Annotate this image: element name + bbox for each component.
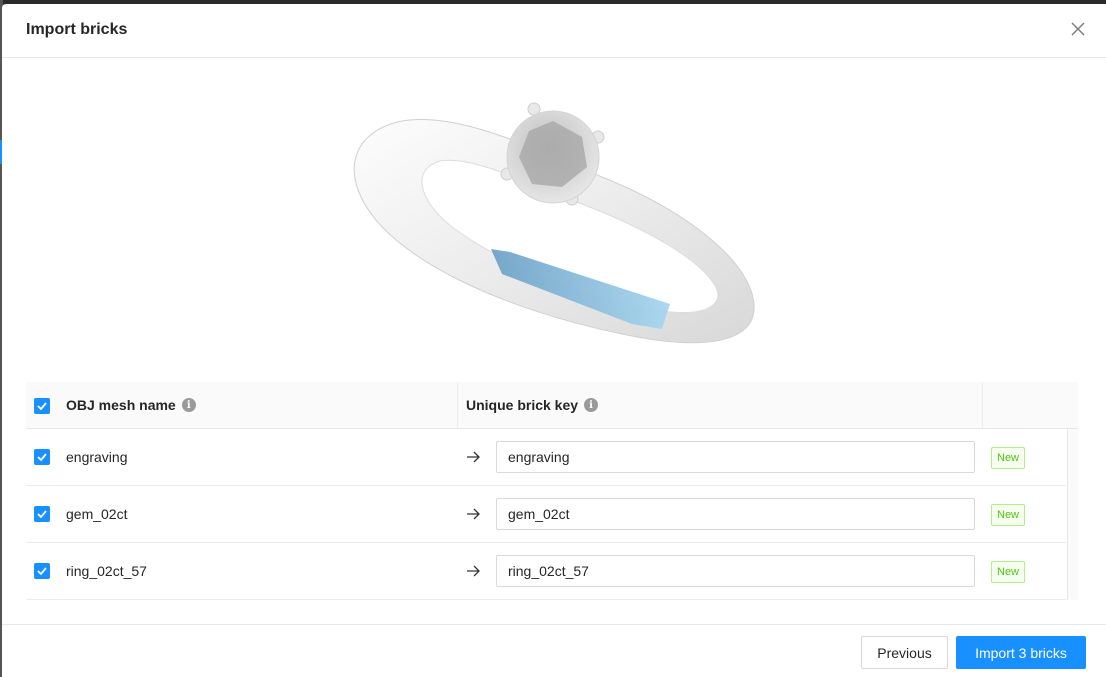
brick-key-input[interactable] (496, 555, 975, 587)
select-all-checkbox[interactable] (34, 398, 50, 414)
checkmark-icon (37, 567, 47, 575)
arrow-right-icon (467, 451, 480, 463)
new-badge: New (991, 561, 1026, 583)
checkmark-icon (37, 402, 47, 410)
info-icon[interactable]: i (181, 398, 196, 412)
modal-header: Import bricks (2, 4, 1106, 58)
table-row: gem_02ct New (26, 486, 1066, 543)
ring-3d-preview (353, 102, 755, 344)
table-row: engraving New (26, 429, 1066, 486)
arrow-right-icon (467, 508, 480, 520)
import-bricks-button[interactable]: Import 3 bricks (956, 636, 1086, 669)
table-row: ring_02ct_57 New (26, 543, 1066, 600)
import-bricks-modal: Import bricks OBJ mesh name i Unique bri… (2, 4, 1106, 677)
brick-key-input[interactable] (496, 441, 975, 473)
mesh-table: OBJ mesh name i Unique brick key i engra… (26, 382, 1078, 600)
checkmark-icon (37, 453, 47, 461)
previous-button[interactable]: Previous (861, 636, 948, 669)
mesh-name: engraving (66, 449, 128, 465)
table-body: engraving New gem_02ct New ring_02ct_57 (26, 429, 1078, 600)
new-badge: New (991, 447, 1026, 469)
brick-key-input[interactable] (496, 498, 975, 530)
row-checkbox[interactable] (34, 506, 50, 522)
checkmark-icon (37, 510, 47, 518)
table-header: OBJ mesh name i Unique brick key i (26, 382, 1078, 429)
info-icon[interactable]: i (584, 398, 599, 412)
row-checkbox[interactable] (34, 449, 50, 465)
mesh-name: ring_02ct_57 (66, 563, 147, 579)
close-button[interactable] (1066, 17, 1090, 41)
modal-title: Import bricks (26, 21, 128, 38)
column-mesh-name: OBJ mesh name i (66, 397, 196, 413)
mesh-name: gem_02ct (66, 506, 128, 522)
arrow-right-icon (467, 565, 480, 577)
new-badge: New (991, 504, 1026, 526)
model-preview[interactable] (2, 59, 1106, 379)
close-icon (1071, 22, 1085, 36)
modal-footer: Previous Import 3 bricks (2, 624, 1106, 677)
column-divider (982, 382, 983, 428)
column-divider (457, 382, 458, 428)
table-scrollbar[interactable] (1067, 429, 1078, 600)
column-brick-key: Unique brick key i (466, 397, 599, 413)
column-mesh-name-label: OBJ mesh name (66, 397, 176, 413)
row-checkbox[interactable] (34, 563, 50, 579)
column-brick-key-label: Unique brick key (466, 397, 579, 413)
